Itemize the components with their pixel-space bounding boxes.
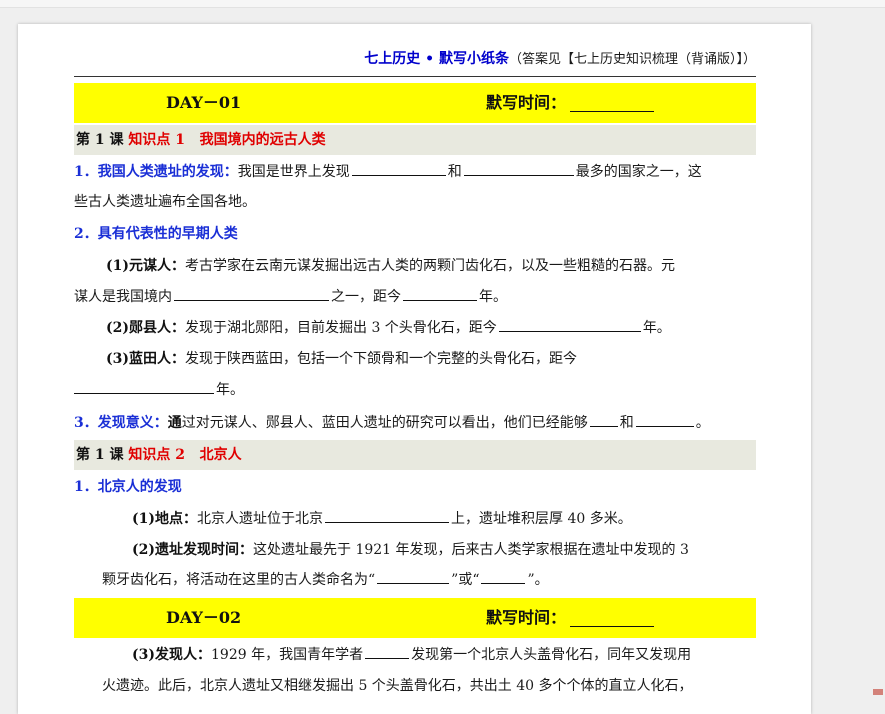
fill-blank[interactable] bbox=[589, 408, 618, 427]
text: 火遗迹。此后，北京人遗址又相继发掘出 5 个头盖骨化石，共出土 40 多个个体的… bbox=[102, 678, 693, 694]
fill-blank[interactable] bbox=[74, 375, 214, 394]
header-title: 七上历史 • 默写小纸条 bbox=[364, 51, 509, 67]
knowledge-title: 北京人 bbox=[199, 447, 242, 463]
text: 发现于陕西蓝田，包括一个下颌骨和一个完整的头骨化石，距今 bbox=[185, 351, 577, 367]
text: 这处遗址最先于 1921 年发现，后来古人类学家根据在遗址中发现的 3 bbox=[253, 542, 689, 558]
item-label: (2)郧县人： bbox=[106, 320, 185, 336]
day-label: DAY－01 bbox=[166, 93, 242, 112]
section-heading: 1．我国人类遗址的发现： bbox=[74, 164, 238, 180]
header-rule bbox=[74, 76, 756, 77]
text: 和 bbox=[619, 415, 634, 431]
section-heading: 1．北京人的发现 bbox=[74, 479, 182, 495]
fill-blank[interactable] bbox=[351, 157, 446, 176]
item-label: (3)蓝田人： bbox=[106, 351, 185, 367]
section-heading: 3．发现意义： bbox=[74, 415, 168, 431]
fill-blank[interactable] bbox=[174, 282, 329, 301]
lesson-band-kp1: 第 1 课 知识点 1 我国境内的远古人类 bbox=[74, 125, 756, 155]
text-line: 1．北京人的发现 bbox=[74, 472, 756, 502]
text: 年。 bbox=[642, 320, 671, 336]
text: 和 bbox=[447, 164, 462, 180]
text-line: 2．具有代表性的早期人类 bbox=[74, 219, 756, 249]
text: 年。 bbox=[216, 382, 244, 398]
item-label: (2)遗址发现时间： bbox=[132, 542, 253, 558]
text: 谋人是我国境内 bbox=[74, 289, 172, 305]
dictation-time-blank[interactable] bbox=[570, 598, 655, 627]
fill-blank[interactable] bbox=[377, 565, 450, 584]
day-band-01: DAY－01 默写时间： bbox=[74, 83, 756, 123]
text-line: (3)蓝田人：发现于陕西蓝田，包括一个下颌骨和一个完整的头骨化石，距今 bbox=[74, 344, 756, 374]
text-line: 1．我国人类遗址的发现：我国是世界上发现 和 最多的国家之一，这 bbox=[74, 157, 756, 187]
text: ”或“ bbox=[451, 572, 480, 588]
text: 1929 年，我国青年学者 bbox=[211, 647, 364, 663]
text-line: 些古人类遗址遍布全国各地。 bbox=[74, 187, 756, 217]
knowledge-title: 我国境内的远古人类 bbox=[199, 132, 326, 148]
fill-blank[interactable] bbox=[365, 640, 410, 659]
item-label: (3)发现人： bbox=[132, 647, 211, 663]
text-line: 谋人是我国境内 之一，距今 年。 bbox=[74, 282, 756, 312]
text-line: (1)地点：北京人遗址位于北京 上，遗址堆积层厚 40 多米。 bbox=[74, 504, 756, 534]
text: ”。 bbox=[527, 572, 549, 588]
item-label: (1)地点： bbox=[132, 511, 197, 527]
text-line: (3)发现人：1929 年，我国青年学者 发现第一个北京人头盖骨化石，同年又发现用 bbox=[74, 640, 756, 670]
page-header: 七上历史 • 默写小纸条（答案见【七上历史知识梳理（背诵版）】） bbox=[74, 48, 756, 70]
text-line: 颗牙齿化石，将活动在这里的古人类命名为“ ”或“ ”。 bbox=[74, 565, 756, 595]
dictation-time: 默写时间： bbox=[486, 83, 655, 123]
day-band-02: DAY－02 默写时间： bbox=[74, 598, 756, 638]
document-page: 七上历史 • 默写小纸条（答案见【七上历史知识梳理（背诵版）】） DAY－01 … bbox=[18, 24, 811, 714]
fill-blank[interactable] bbox=[463, 157, 574, 176]
text: 北京人遗址位于北京 bbox=[197, 511, 323, 527]
dictation-time: 默写时间： bbox=[486, 598, 655, 638]
fill-blank[interactable] bbox=[481, 565, 526, 584]
fill-blank[interactable] bbox=[403, 282, 477, 301]
section-heading: 2．具有代表性的早期人类 bbox=[74, 226, 238, 242]
text: 上，遗址堆积层厚 40 多米。 bbox=[451, 511, 632, 527]
knowledge-point: 知识点 1 bbox=[128, 132, 185, 148]
text: 发现第一个北京人头盖骨化石，同年又发现用 bbox=[411, 647, 692, 663]
text: 年。 bbox=[479, 289, 507, 305]
text: 我国是世界上发现 bbox=[237, 164, 350, 180]
dictation-time-label: 默写时间： bbox=[486, 608, 567, 627]
lesson-prefix: 第 1 课 bbox=[76, 447, 124, 463]
top-strip bbox=[0, 0, 885, 8]
text-line: (1)元谋人：考古学家在云南元谋发掘出远古人类的两颗门齿化石，以及一些粗糙的石器… bbox=[74, 251, 756, 281]
dictation-time-blank[interactable] bbox=[570, 83, 655, 112]
lesson-prefix: 第 1 课 bbox=[76, 132, 124, 148]
text: 之一，距今 bbox=[331, 289, 401, 305]
text: 。 bbox=[695, 415, 710, 431]
header-note: （答案见【七上历史知识梳理（背诵版）】） bbox=[508, 52, 756, 67]
text-line: 3．发现意义：通过对元谋人、郧县人、蓝田人遗址的研究可以看出，他们已经能够 和 。 bbox=[74, 408, 756, 438]
fill-blank[interactable] bbox=[325, 504, 449, 523]
knowledge-point: 知识点 2 bbox=[128, 447, 185, 463]
text: 最多的国家之一，这 bbox=[575, 164, 702, 180]
dictation-time-label: 默写时间： bbox=[486, 93, 567, 112]
text-line: 年。 bbox=[74, 375, 756, 405]
text-line: (2)遗址发现时间：这处遗址最先于 1921 年发现，后来古人类学家根据在遗址中… bbox=[74, 535, 756, 565]
fill-blank[interactable] bbox=[635, 408, 694, 427]
day-label: DAY－02 bbox=[166, 608, 242, 627]
text: 些古人类遗址遍布全国各地。 bbox=[74, 194, 256, 210]
lesson-band-kp2: 第 1 课 知识点 2 北京人 bbox=[74, 440, 756, 470]
corner-mark bbox=[873, 689, 883, 695]
text: 颗牙齿化石，将活动在这里的古人类命名为“ bbox=[102, 572, 376, 588]
text: 通 bbox=[167, 415, 182, 431]
text: 考古学家在云南元谋发掘出远古人类的两颗门齿化石，以及一些粗糙的石器。元 bbox=[185, 258, 675, 274]
item-label: (1)元谋人： bbox=[106, 258, 185, 274]
fill-blank[interactable] bbox=[498, 313, 641, 332]
text: 过对元谋人、郧县人、蓝田人遗址的研究可以看出，他们已经能够 bbox=[181, 415, 588, 431]
text: 发现于湖北郧阳，目前发掘出 3 个头骨化石，距今 bbox=[185, 320, 497, 336]
text-line: (2)郧县人：发现于湖北郧阳，目前发掘出 3 个头骨化石，距今 年。 bbox=[74, 313, 756, 343]
